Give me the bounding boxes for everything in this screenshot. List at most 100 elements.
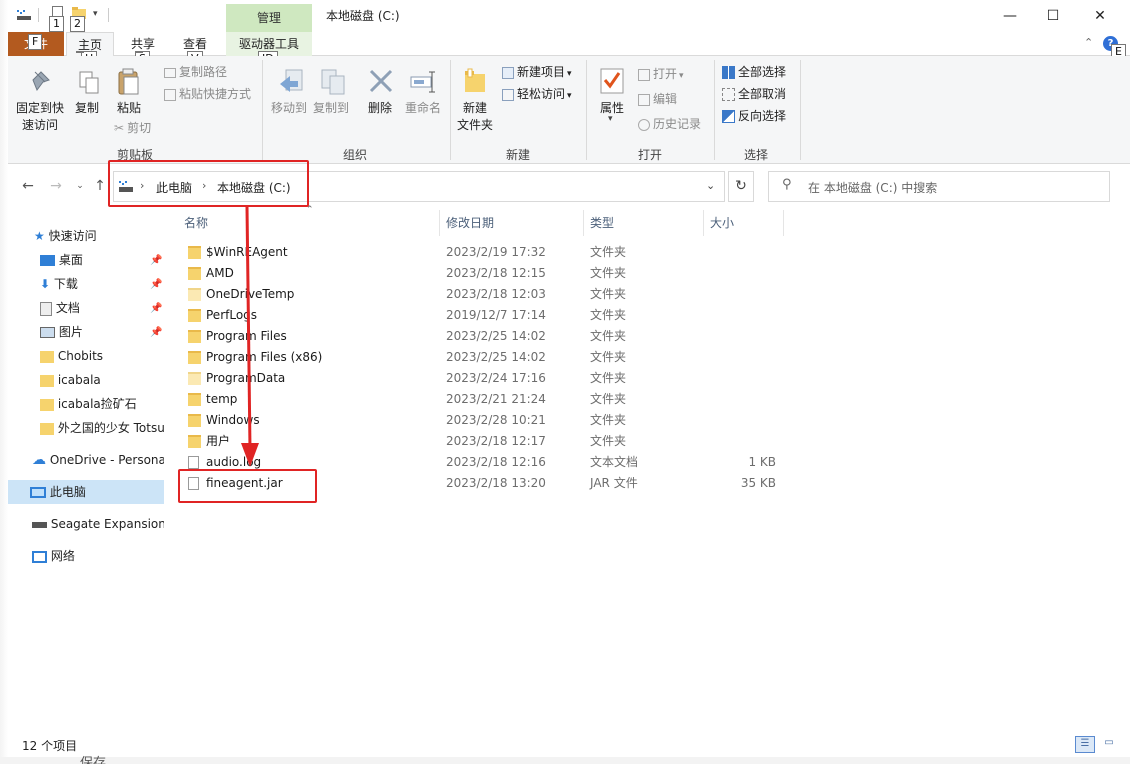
divider (108, 8, 109, 22)
invert-selection-button[interactable]: 反向选择 (722, 105, 786, 127)
search-icon: ⚲ (782, 177, 792, 192)
folder-icon (188, 351, 201, 364)
select-all-label: 全部选择 (738, 65, 787, 79)
folder-icon (188, 372, 201, 385)
recent-locations-icon[interactable]: ⌄ (70, 181, 90, 199)
easy-access-button[interactable]: 轻松访问 ▾ (502, 83, 572, 107)
keytip-qat-2: 2 (70, 16, 85, 32)
new-item-button[interactable]: 新建项目 ▾ (502, 61, 572, 85)
up-button[interactable]: ↑ (90, 178, 110, 196)
column-header-type[interactable]: 类型 (590, 212, 614, 234)
keytip-s-dup (135, 51, 143, 53)
file-type: 文件夹 (590, 308, 627, 322)
minimize-button[interactable]: — (990, 4, 1030, 28)
delete-button[interactable]: 删除 (364, 100, 396, 117)
copy-button[interactable]: 复制 (72, 100, 102, 117)
file-row[interactable]: Program Files 2023/2/25 14:02 文件夹 (184, 326, 784, 347)
file-type: 文件夹 (590, 392, 627, 406)
file-type: JAR 文件 (590, 476, 638, 490)
properties-icon (600, 68, 624, 97)
large-icons-view-button[interactable]: ▭ (1099, 736, 1119, 753)
move-to-button[interactable]: 移动到 (268, 100, 310, 117)
collapse-ribbon-icon[interactable]: ⌃ (1084, 36, 1093, 49)
pin-icon (29, 70, 51, 95)
divider (800, 60, 801, 160)
nav-item-icabala[interactable]: icabala (40, 368, 164, 392)
dropdown-arrow-icon: ▾ (608, 114, 613, 124)
file-date: 2023/2/18 12:16 (446, 455, 546, 469)
edit-label: 编辑 (653, 92, 678, 106)
file-type: 文件夹 (590, 287, 627, 301)
document-icon (188, 456, 199, 469)
nav-item-totsu[interactable]: 外之国的少女 Totsu (40, 416, 164, 440)
nav-this-pc[interactable]: 此电脑 (8, 480, 164, 504)
folder-icon (188, 267, 201, 280)
column-divider[interactable] (439, 210, 440, 236)
pin-to-quick-access-button[interactable]: 固定到快 速访问 (12, 100, 68, 134)
select-none-button[interactable]: 全部取消 (722, 83, 786, 105)
column-header-date[interactable]: 修改日期 (446, 212, 494, 234)
file-date: 2023/2/18 13:20 (446, 476, 546, 490)
status-item-count: 12 个项目 (22, 739, 78, 753)
column-divider[interactable] (583, 210, 584, 236)
history-label: 历史记录 (653, 117, 702, 131)
select-all-button[interactable]: 全部选择 (722, 61, 786, 83)
paste-button[interactable]: 粘贴 (113, 100, 145, 117)
file-date: 2023/2/19 17:32 (446, 245, 546, 259)
open-button[interactable]: 打开 ▾ (638, 63, 684, 87)
new-item-icon (502, 66, 514, 79)
file-type: 文件夹 (590, 266, 627, 280)
column-divider[interactable] (703, 210, 704, 236)
nav-network[interactable]: 网络 (32, 544, 164, 568)
paste-shortcut-button[interactable]: 粘贴快捷方式 (164, 83, 251, 105)
easy-access-icon (502, 88, 514, 101)
history-button[interactable]: 历史记录 (638, 113, 701, 135)
file-row[interactable]: ProgramData 2023/2/24 17:16 文件夹 (184, 368, 784, 389)
file-date: 2023/2/28 10:21 (446, 413, 546, 427)
nav-item-icabala-ore[interactable]: icabala捡矿石 (40, 392, 164, 416)
window-shadow-left (0, 0, 8, 764)
nav-quick-access[interactable]: ★ 快速访问 (34, 224, 170, 248)
close-button[interactable]: ✕ (1080, 4, 1120, 28)
network-icon (32, 550, 47, 563)
details-view-button[interactable]: ☰ (1075, 736, 1095, 753)
file-row[interactable]: OneDriveTemp 2023/2/18 12:03 文件夹 (184, 284, 784, 305)
nav-item-label: 外之国的少女 Totsu (57, 421, 164, 435)
file-row[interactable]: Windows 2023/2/28 10:21 文件夹 (184, 410, 784, 431)
maximize-button[interactable]: ☐ (1033, 4, 1073, 28)
rename-button[interactable]: 重命名 (402, 100, 444, 117)
pin-label-line2: 速访问 (21, 118, 58, 132)
new-folder-icon (463, 68, 487, 97)
file-row[interactable]: 用户 2023/2/18 12:17 文件夹 (184, 431, 784, 452)
copy-icon (78, 70, 100, 99)
folder-icon (188, 246, 201, 259)
cut-label: 剪切 (127, 121, 152, 135)
address-dropdown-icon[interactable]: ⌄ (706, 179, 715, 192)
forward-button[interactable]: → (46, 178, 66, 196)
column-header-name[interactable]: 名称 (184, 212, 208, 234)
qat-customize-icon[interactable]: ▾ (93, 9, 98, 19)
dropdown-arrow-icon: ▾ (567, 69, 572, 79)
new-folder-button[interactable]: 新建 文件夹 (454, 100, 496, 134)
external-drive-icon (32, 521, 47, 528)
column-divider[interactable] (783, 210, 784, 236)
column-header-size[interactable]: 大小 (710, 212, 734, 234)
file-row[interactable]: $WinREAgent 2023/2/19 17:32 文件夹 (184, 242, 784, 263)
copy-path-button[interactable]: 复制路径 (164, 61, 227, 83)
file-row[interactable]: PerfLogs 2019/12/7 17:14 文件夹 (184, 305, 784, 326)
refresh-button[interactable]: ↻ (728, 171, 754, 202)
pin-icon: 📌 (150, 327, 163, 338)
keytip-file: F (28, 34, 43, 50)
window-shadow-bottom (0, 757, 1130, 764)
file-row[interactable]: Program Files (x86) 2023/2/25 14:02 文件夹 (184, 347, 784, 368)
copy-to-button[interactable]: 复制到 (310, 100, 352, 117)
cut-button[interactable]: ✂ 剪切 (114, 117, 151, 139)
nav-item-chobits[interactable]: Chobits (40, 344, 164, 368)
file-row[interactable]: AMD 2023/2/18 12:15 文件夹 (184, 263, 784, 284)
file-row[interactable]: temp 2023/2/21 21:24 文件夹 (184, 389, 784, 410)
nav-onedrive[interactable]: ☁ OneDrive - Persona (32, 448, 164, 472)
edit-button[interactable]: 编辑 (638, 88, 677, 110)
new-item-label: 新建项目 (517, 65, 566, 79)
back-button[interactable]: ← (18, 178, 38, 196)
nav-seagate[interactable]: Seagate Expansion (32, 512, 164, 536)
